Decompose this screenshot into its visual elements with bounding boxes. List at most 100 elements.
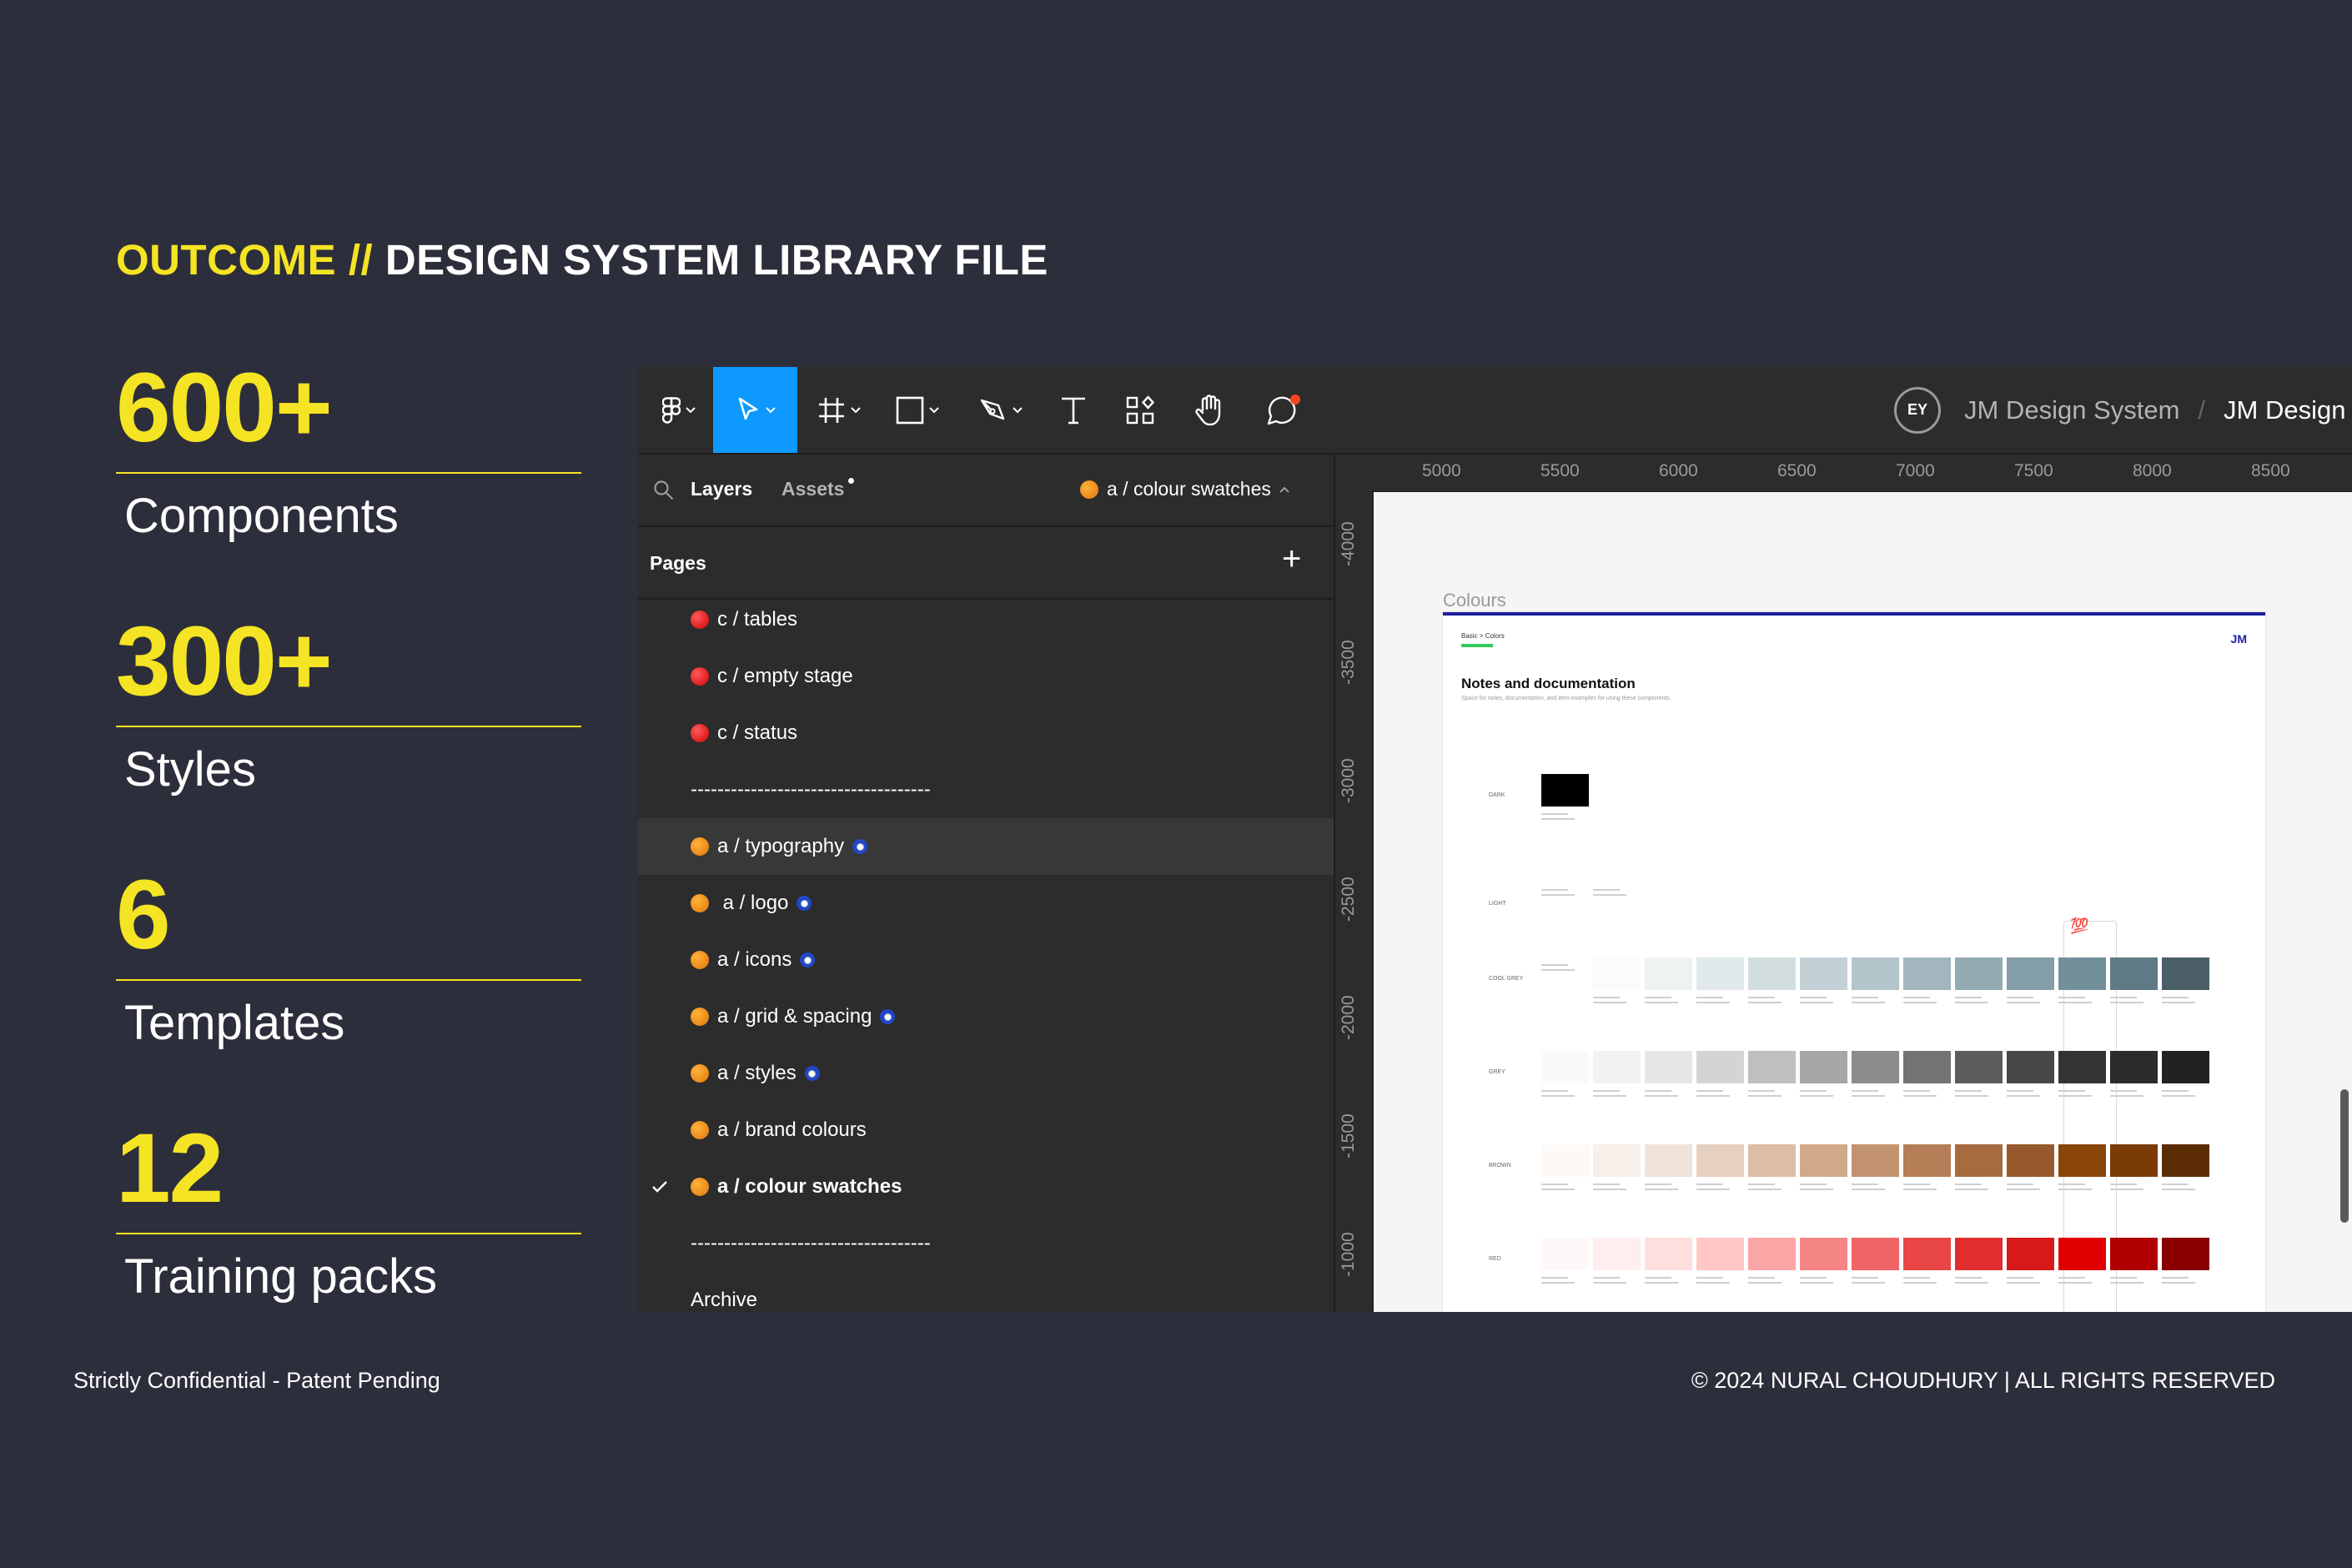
main-menu-button[interactable]	[641, 367, 716, 453]
colour-swatch[interactable]	[2058, 1144, 2106, 1177]
frame-title[interactable]: Colours	[1443, 590, 1506, 611]
comment-tool-button[interactable]	[1257, 367, 1309, 453]
design-canvas[interactable]: Colours Basic > Colors JM Notes and docu…	[1374, 492, 2352, 1312]
colour-swatch[interactable]	[2007, 1051, 2054, 1083]
swatch-caption	[1903, 1182, 1940, 1194]
move-tool-button[interactable]	[713, 367, 797, 453]
colour-swatch[interactable]	[1800, 1051, 1847, 1083]
page-item[interactable]: a / grid & spacing	[638, 988, 1334, 1045]
colour-swatch[interactable]	[1748, 1144, 1796, 1177]
shape-tool-button[interactable]	[882, 367, 953, 453]
swatch-caption	[1541, 1088, 1578, 1100]
colour-swatch[interactable]	[1748, 1238, 1796, 1270]
colour-swatch[interactable]	[2110, 957, 2158, 990]
colour-swatch[interactable]	[1748, 1051, 1796, 1083]
colour-swatch[interactable]	[1593, 1051, 1641, 1083]
colour-swatch[interactable]	[2058, 957, 2106, 990]
colour-swatch[interactable]	[2110, 1051, 2158, 1083]
ruler-tick-label: -2500	[1339, 877, 1358, 922]
colour-swatch[interactable]	[1800, 1144, 1847, 1177]
colour-swatch[interactable]	[1593, 957, 1641, 990]
colours-frame[interactable]: Basic > Colors JM Notes and documentatio…	[1443, 612, 2265, 1312]
colour-swatch[interactable]	[1593, 1144, 1641, 1177]
pen-tool-button[interactable]	[965, 367, 1037, 453]
colour-swatch[interactable]	[1541, 1238, 1589, 1270]
colour-swatch[interactable]	[2162, 957, 2209, 990]
figma-logo-icon	[662, 396, 681, 424]
colour-swatch[interactable]	[1800, 1238, 1847, 1270]
colour-swatch[interactable]	[1541, 1051, 1589, 1083]
tab-layers[interactable]: Layers	[691, 478, 752, 500]
colour-swatch[interactable]	[1696, 1238, 1744, 1270]
colour-swatch[interactable]	[1955, 1238, 2003, 1270]
frame-tool-button[interactable]	[803, 367, 875, 453]
ruler-tick-label: 8000	[2133, 461, 2172, 480]
colour-swatch[interactable]	[1852, 1238, 1899, 1270]
page-item-content: c / tables	[691, 608, 797, 631]
swatch-caption	[1903, 995, 1940, 1007]
colour-swatch[interactable]	[1903, 1144, 1951, 1177]
team-avatar[interactable]: EY	[1894, 386, 1941, 434]
colour-swatch[interactable]	[1645, 1238, 1692, 1270]
swatch-caption	[1645, 1275, 1681, 1287]
colour-swatch[interactable]	[1645, 957, 1692, 990]
colour-swatch[interactable]	[1748, 957, 1796, 990]
swatch-caption	[1541, 812, 1578, 823]
colour-swatch[interactable]	[1903, 1051, 1951, 1083]
colour-swatch[interactable]	[1903, 1238, 1951, 1270]
breadcrumb-team[interactable]: JM Design System	[1964, 395, 2179, 425]
colour-swatch[interactable]	[1852, 1144, 1899, 1177]
colour-swatch[interactable]	[2162, 1238, 2209, 1270]
search-icon[interactable]	[653, 480, 675, 501]
page-switcher[interactable]: a / colour swatches	[1080, 478, 1289, 500]
colour-swatch[interactable]	[1852, 1051, 1899, 1083]
swatch-caption	[2007, 1275, 2043, 1287]
colour-swatch[interactable]	[1541, 774, 1589, 807]
colour-swatch[interactable]	[1645, 1051, 1692, 1083]
colour-swatch[interactable]	[1593, 1238, 1641, 1270]
colour-swatch[interactable]	[1645, 1144, 1692, 1177]
page-item[interactable]: a / styles	[638, 1045, 1334, 1102]
colour-swatch[interactable]	[2058, 1051, 2106, 1083]
page-item[interactable]: ------------------------------------	[638, 761, 1334, 818]
page-item[interactable]: c / tables	[638, 591, 1334, 648]
colour-swatch[interactable]	[2162, 1051, 2209, 1083]
page-item[interactable]: ------------------------------------	[638, 1215, 1334, 1272]
text-tool-button[interactable]	[1050, 367, 1097, 453]
page-item[interactable]: a / brand colours	[638, 1102, 1334, 1158]
colour-swatch[interactable]	[2110, 1238, 2158, 1270]
page-item[interactable]: a / icons	[638, 932, 1334, 988]
add-page-icon[interactable]: +	[1282, 540, 1301, 578]
colour-swatch[interactable]	[2162, 1144, 2209, 1177]
colour-swatch[interactable]	[1696, 1051, 1744, 1083]
tab-assets[interactable]: Assets	[781, 478, 844, 500]
colour-swatch[interactable]	[1696, 957, 1744, 990]
nazar-badge-icon	[800, 952, 816, 967]
colour-swatch[interactable]	[2007, 1238, 2054, 1270]
swatch-caption	[1541, 1275, 1578, 1287]
page-item[interactable]: a / colour swatches	[638, 1158, 1334, 1215]
page-item[interactable]: Archive	[638, 1272, 1334, 1312]
colour-swatch[interactable]	[1903, 957, 1951, 990]
hand-tool-button[interactable]	[1187, 367, 1234, 453]
page-item[interactable]: c / status	[638, 705, 1334, 761]
page-item[interactable]: c / empty stage	[638, 648, 1334, 705]
colour-swatch[interactable]	[1955, 1051, 2003, 1083]
colour-swatch[interactable]	[1955, 1144, 2003, 1177]
colour-swatch[interactable]	[2007, 957, 2054, 990]
colour-swatch[interactable]	[2110, 1144, 2158, 1177]
colour-swatch[interactable]	[2058, 1238, 2106, 1270]
swatch-caption	[1852, 995, 1888, 1007]
resources-tool-button[interactable]	[1117, 367, 1163, 453]
breadcrumb-file[interactable]: JM Design System	[2224, 395, 2352, 425]
colour-swatch[interactable]	[1800, 957, 1847, 990]
page-item[interactable]: a / typography	[638, 818, 1334, 875]
pages-scrollbar[interactable]	[2340, 1089, 2349, 1223]
page-item[interactable]: a / logo	[638, 875, 1334, 932]
colour-swatch[interactable]	[1955, 957, 2003, 990]
colour-swatch[interactable]	[1696, 1144, 1744, 1177]
colour-swatch[interactable]	[1541, 1144, 1589, 1177]
swatch-caption	[1748, 995, 1785, 1007]
colour-swatch[interactable]	[2007, 1144, 2054, 1177]
colour-swatch[interactable]	[1852, 957, 1899, 990]
